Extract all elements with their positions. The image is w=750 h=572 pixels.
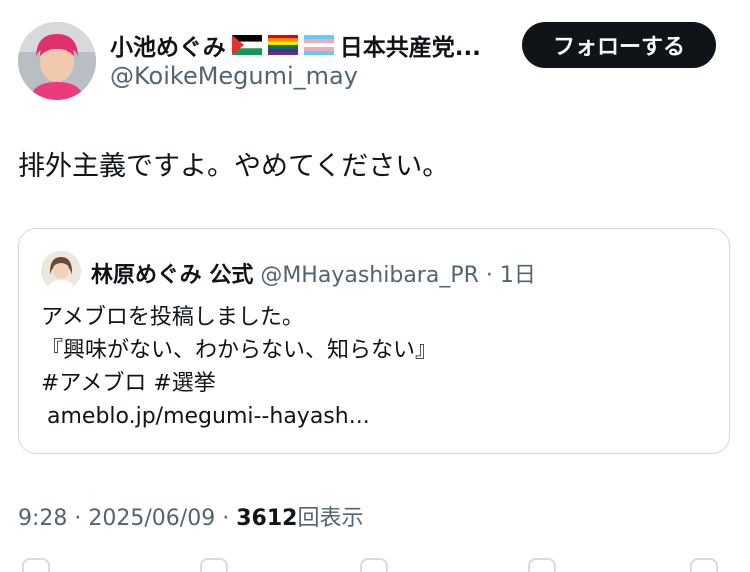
quoted-tweet-card[interactable]: 林原めぐみ 公式 @MHayashibara_PR · 1日 アメブロを投稿しま…: [18, 228, 730, 454]
quoted-tweet-header: 林原めぐみ 公式 @MHayashibara_PR · 1日: [91, 257, 536, 289]
views-label: 回表示: [297, 506, 364, 531]
views-count: 3612: [236, 506, 298, 531]
share-icon[interactable]: [690, 558, 718, 572]
bookmark-icon[interactable]: [528, 558, 556, 572]
tweet-text: 排外主義ですよ。やめてください。: [18, 151, 450, 182]
repost-icon[interactable]: [200, 558, 228, 572]
quoted-line: 『興味がない、わからない、知らない』: [41, 338, 438, 363]
author-display-name[interactable]: 小池めぐみ 日本共産党...: [110, 28, 481, 62]
quoted-link[interactable]: ameblo.jp/megumi--hayash...: [41, 400, 437, 433]
rainbow-flag-icon: [267, 35, 298, 55]
tweet-date[interactable]: 2025/06/09: [88, 506, 215, 531]
transgender-flag-icon: [303, 35, 334, 55]
quoted-author-avatar: [41, 251, 81, 291]
palestine-flag-icon: [231, 35, 262, 55]
follow-button[interactable]: フォローする: [522, 22, 716, 68]
quoted-tweet-time: 1日: [499, 263, 536, 288]
reply-icon[interactable]: [22, 558, 50, 572]
quoted-meta-separator: ·: [485, 263, 493, 288]
meta-separator: ·: [222, 506, 230, 531]
tweet-time[interactable]: 9:28: [18, 506, 67, 531]
quoted-author-name: 林原めぐみ 公式: [91, 263, 254, 288]
quoted-tweet-text: アメブロを投稿しました。 『興味がない、わからない、知らない』 #アメブロ #選…: [41, 301, 437, 433]
quoted-author-handle: @MHayashibara_PR: [260, 263, 479, 288]
meta-separator: ·: [74, 506, 82, 531]
action-row: [0, 556, 750, 572]
tweet-meta: 9:28 · 2025/06/09 · 3612回表示: [18, 500, 363, 532]
quoted-hashtags: #アメブロ #選挙: [41, 371, 216, 396]
author-avatar[interactable]: [18, 22, 96, 100]
display-name-text: 小池めぐみ: [110, 35, 226, 61]
like-icon[interactable]: [360, 558, 388, 572]
author-handle[interactable]: @KoikeMegumi_may: [110, 62, 358, 90]
quoted-line: アメブロを投稿しました。: [41, 305, 304, 330]
display-name-suffix: 日本共産党...: [339, 35, 481, 61]
